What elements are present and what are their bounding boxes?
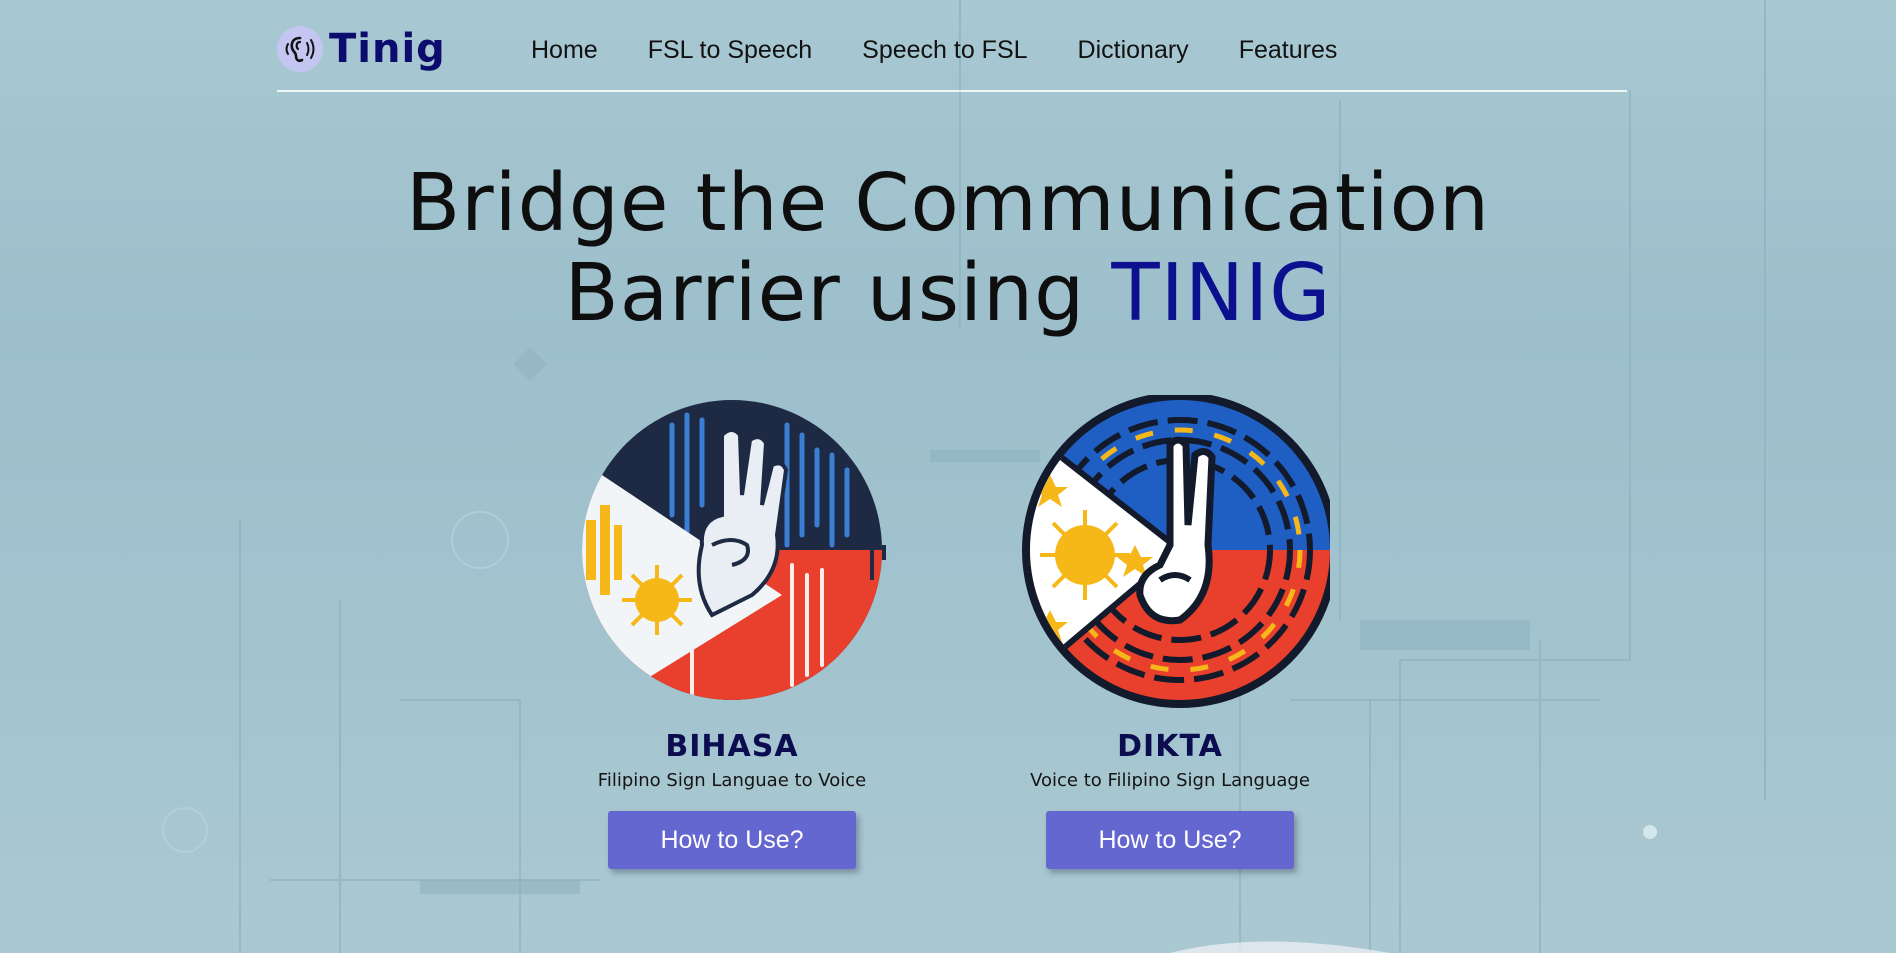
ear-icon [277, 26, 323, 72]
bihasa-how-to-use-button[interactable]: How to Use? [608, 811, 856, 869]
brand-name: Tinig [329, 26, 446, 72]
dikta-title: DIKTA [1117, 729, 1223, 764]
nav-home[interactable]: Home [531, 36, 598, 65]
fsl-to-voice-logo-icon [582, 400, 886, 700]
brand-logo[interactable]: Tinig [277, 26, 446, 72]
top-navbar: Tinig Home FSL to Speech Speech to FSL D… [277, 20, 1627, 92]
hero-brand-accent: TINIG [1111, 247, 1332, 339]
dikta-how-to-use-button[interactable]: How to Use? [1046, 811, 1294, 869]
hero-heading: Bridge the Communication Barrier using T… [0, 158, 1896, 338]
bihasa-card: BIHASA Filipino Sign Languae to Voice Ho… [562, 395, 902, 869]
hero-line-1: Bridge the Communication [405, 157, 1491, 249]
main-nav: Home FSL to Speech Speech to FSL Diction… [531, 36, 1337, 65]
dikta-card: DIKTA Voice to Filipino Sign Language Ho… [1000, 395, 1340, 869]
nav-features[interactable]: Features [1239, 36, 1338, 65]
bihasa-subtitle: Filipino Sign Languae to Voice [597, 770, 867, 791]
hero-line-2-prefix: Barrier using [564, 247, 1112, 339]
dikta-subtitle: Voice to Filipino Sign Language [1030, 770, 1310, 791]
bihasa-title: BIHASA [665, 729, 799, 764]
background-circuit-decoration [0, 0, 1896, 953]
nav-speech-to-fsl[interactable]: Speech to FSL [862, 36, 1027, 65]
nav-fsl-to-speech[interactable]: FSL to Speech [648, 36, 812, 65]
voice-to-fsl-logo-icon [1022, 395, 1330, 708]
nav-dictionary[interactable]: Dictionary [1078, 36, 1189, 65]
